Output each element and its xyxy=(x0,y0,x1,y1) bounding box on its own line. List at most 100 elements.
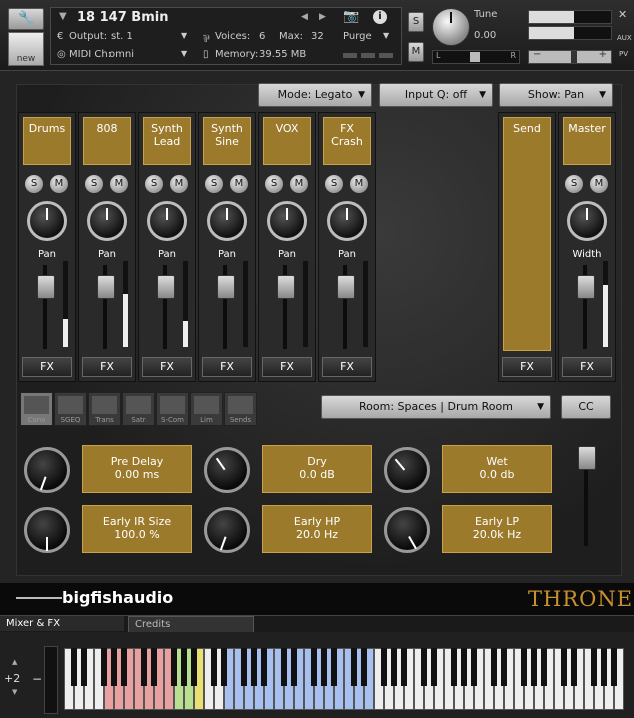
piano-black-key[interactable] xyxy=(331,648,337,686)
mute-button[interactable]: M xyxy=(290,175,308,193)
fx-module-tab[interactable]: S-Com xyxy=(156,392,189,426)
fx-module-tab[interactable]: SGEQ xyxy=(54,392,87,426)
piano-black-key[interactable] xyxy=(181,648,187,686)
master-width-knob[interactable] xyxy=(567,201,607,241)
piano-black-key[interactable] xyxy=(361,648,367,686)
piano-black-key[interactable] xyxy=(111,648,117,686)
solo-button[interactable]: S xyxy=(205,175,223,193)
volume-slider-thumb[interactable] xyxy=(571,51,577,63)
pan-knob[interactable] xyxy=(327,201,367,241)
master-mute-button[interactable]: M xyxy=(590,175,608,193)
octave-minus[interactable]: − xyxy=(32,672,42,686)
param-display[interactable]: Dry 0.0 dB xyxy=(262,445,372,493)
piano-black-key[interactable] xyxy=(611,648,617,686)
piano-black-key[interactable] xyxy=(531,648,537,686)
master-fader-thumb[interactable] xyxy=(577,275,595,299)
input-q-dropdown[interactable]: Input Q: off ▼ xyxy=(379,83,493,107)
channel-name[interactable]: VOX xyxy=(263,117,311,165)
pan-slider[interactable]: L R xyxy=(432,50,520,64)
solo-button[interactable]: S xyxy=(265,175,283,193)
pan-knob[interactable] xyxy=(147,201,187,241)
show-dropdown[interactable]: Show: Pan ▼ xyxy=(499,83,613,107)
solo-instrument-button[interactable]: S xyxy=(408,12,424,32)
param-knob[interactable] xyxy=(204,447,250,493)
fader-thumb[interactable] xyxy=(37,275,55,299)
piano-black-key[interactable] xyxy=(591,648,597,686)
piano-black-key[interactable] xyxy=(541,648,547,686)
tune-value[interactable]: 0.00 xyxy=(474,30,496,41)
piano-black-key[interactable] xyxy=(261,648,267,686)
pan-knob[interactable] xyxy=(267,201,307,241)
solo-button[interactable]: S xyxy=(85,175,103,193)
pv-label[interactable]: PV xyxy=(619,50,628,58)
piano-black-key[interactable] xyxy=(421,648,427,686)
octave-up-icon[interactable]: ▲ xyxy=(12,658,17,666)
max-value[interactable]: 32 xyxy=(311,31,324,42)
fx-module-tab[interactable]: Trans xyxy=(88,392,121,426)
pan-knob[interactable] xyxy=(207,201,247,241)
output-dropdown-icon[interactable]: ▼ xyxy=(181,31,187,40)
param-knob[interactable] xyxy=(384,507,430,553)
fx-module-tab[interactable]: Sends xyxy=(224,392,257,426)
mute-button[interactable]: M xyxy=(110,175,128,193)
piano-black-key[interactable] xyxy=(221,648,227,686)
octave-down-icon[interactable]: ▼ xyxy=(12,688,17,696)
fader-thumb[interactable] xyxy=(97,275,115,299)
solo-button[interactable]: S xyxy=(325,175,343,193)
instrument-name[interactable]: 18 147 Bmin xyxy=(77,10,168,25)
param-display[interactable]: Early IR Size 100.0 % xyxy=(82,505,192,553)
piano-black-key[interactable] xyxy=(571,648,577,686)
param-display[interactable]: Early HP 20.0 Hz xyxy=(262,505,372,553)
mode-dropdown[interactable]: Mode: Legato ▼ xyxy=(258,83,372,107)
solo-button[interactable]: S xyxy=(145,175,163,193)
fader-thumb[interactable] xyxy=(217,275,235,299)
fx-button[interactable]: FX xyxy=(262,357,312,377)
tab-mixer-fx[interactable]: Mixer & FX xyxy=(0,616,124,631)
piano-black-key[interactable] xyxy=(121,648,127,686)
piano-black-key[interactable] xyxy=(211,648,217,686)
cc-button[interactable]: CC xyxy=(561,395,611,419)
output-value[interactable]: st. 1 xyxy=(111,31,133,42)
piano-black-key[interactable] xyxy=(561,648,567,686)
param-display[interactable]: Early LP 20.0k Hz xyxy=(442,505,552,553)
channel-name[interactable]: FX Crash xyxy=(323,117,371,165)
pan-knob[interactable] xyxy=(87,201,127,241)
piano-black-key[interactable] xyxy=(281,648,287,686)
piano-black-key[interactable] xyxy=(521,648,527,686)
piano-black-key[interactable] xyxy=(141,648,147,686)
piano-black-key[interactable] xyxy=(81,648,87,686)
midi-value[interactable]: omni xyxy=(109,49,134,60)
piano-black-key[interactable] xyxy=(241,648,247,686)
fader-thumb[interactable] xyxy=(157,275,175,299)
piano-black-key[interactable] xyxy=(461,648,467,686)
channel-name[interactable]: 808 xyxy=(83,117,131,165)
collapse-icon[interactable]: ▼ xyxy=(59,11,67,22)
piano-black-key[interactable] xyxy=(601,648,607,686)
piano-black-key[interactable] xyxy=(311,648,317,686)
tune-knob[interactable] xyxy=(432,8,470,46)
purge-dropdown-icon[interactable]: ▼ xyxy=(383,31,389,40)
channel-name[interactable]: Drums xyxy=(23,117,71,165)
piano-black-key[interactable] xyxy=(491,648,497,686)
mute-instrument-button[interactable]: M xyxy=(408,42,424,62)
close-icon[interactable]: ✕ xyxy=(618,8,628,21)
piano-black-key[interactable] xyxy=(171,648,177,686)
piano-black-key[interactable] xyxy=(351,648,357,686)
fx-module-tab[interactable]: Conv xyxy=(20,392,53,426)
param-knob[interactable] xyxy=(24,447,70,493)
piano-black-key[interactable] xyxy=(401,648,407,686)
fx-button[interactable]: FX xyxy=(202,357,252,377)
room-dropdown[interactable]: Room: Spaces | Drum Room ▼ xyxy=(321,395,551,419)
fx-module-tab[interactable]: Lim xyxy=(190,392,223,426)
piano-black-key[interactable] xyxy=(451,648,457,686)
tab-credits[interactable]: Credits xyxy=(128,616,254,633)
channel-name[interactable]: Synth Lead xyxy=(143,117,191,165)
fader-thumb[interactable] xyxy=(277,275,295,299)
fx-module-tab[interactable]: Satr xyxy=(122,392,155,426)
next-instrument-icon[interactable]: ▶ xyxy=(319,12,326,22)
solo-button[interactable]: S xyxy=(25,175,43,193)
master-channel-name[interactable]: Master xyxy=(563,117,611,165)
pan-knob[interactable] xyxy=(27,201,67,241)
piano-black-key[interactable] xyxy=(501,648,507,686)
param-display[interactable]: Wet 0.0 db xyxy=(442,445,552,493)
